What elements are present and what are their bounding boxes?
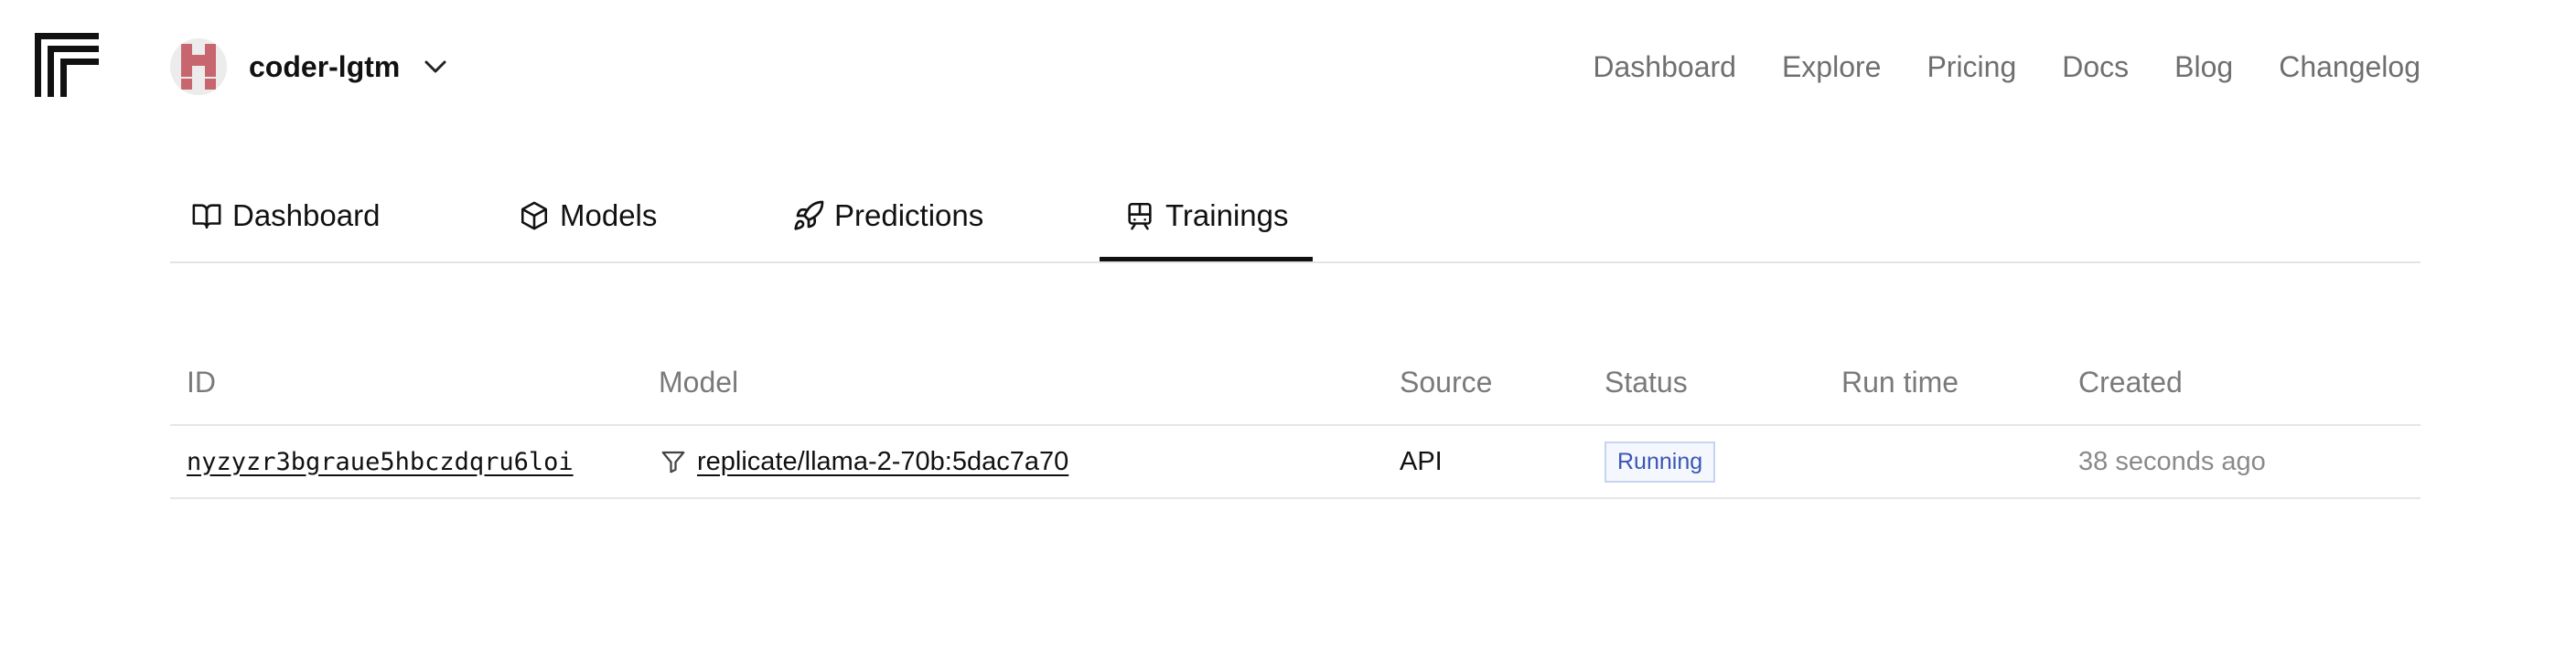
chevron-down-icon[interactable] [424, 59, 447, 74]
trainings-table: ID Model Source Status Run time Created … [170, 360, 2420, 499]
tab-predictions[interactable]: Predictions [792, 172, 983, 260]
replicate-logo-icon[interactable] [35, 33, 99, 97]
train-icon [1123, 199, 1156, 232]
filter-icon[interactable] [659, 447, 688, 476]
nav-docs[interactable]: Docs [2062, 50, 2129, 84]
account-switcher[interactable]: coder-lgtm [170, 37, 447, 97]
top-nav: Dashboard Explore Pricing Docs Blog Chan… [1593, 37, 2420, 97]
identicon-icon [170, 38, 227, 95]
column-header-created: Created [2078, 366, 2183, 399]
tab-label: Trainings [1165, 198, 1289, 232]
top-header: coder-lgtm Dashboard Explore Pricing Doc… [0, 0, 2576, 137]
tab-dashboard[interactable]: Dashboard [190, 172, 380, 260]
cell-model: replicate/llama-2-70b:5dac7a70 [659, 426, 1068, 497]
table-header: ID Model Source Status Run time Created [170, 360, 2420, 426]
model-link[interactable]: replicate/llama-2-70b:5dac7a70 [697, 447, 1068, 477]
page: coder-lgtm Dashboard Explore Pricing Doc… [0, 0, 2576, 649]
tab-models[interactable]: Models [518, 172, 657, 260]
table-row[interactable]: nyzyzr3bgraue5hbczdqru6loi replicate/lla… [170, 426, 2420, 499]
cell-id: nyzyzr3bgraue5hbczdqru6loi [187, 426, 574, 497]
tab-bar: Dashboard Models Predictions Trainings [170, 172, 2420, 263]
column-header-status: Status [1605, 366, 1688, 399]
tab-trainings[interactable]: Trainings [1100, 172, 1313, 261]
status-badge: Running [1605, 441, 1716, 483]
cell-source: API [1400, 446, 1443, 476]
tab-label: Models [560, 198, 658, 232]
nav-explore[interactable]: Explore [1782, 50, 1882, 84]
cube-icon [518, 199, 551, 232]
nav-changelog[interactable]: Changelog [2279, 50, 2420, 84]
book-open-icon [190, 199, 223, 232]
rocket-icon [792, 199, 825, 232]
account-name: coder-lgtm [249, 49, 401, 83]
nav-blog[interactable]: Blog [2174, 50, 2233, 84]
tab-label: Predictions [834, 198, 984, 232]
nav-dashboard[interactable]: Dashboard [1593, 50, 1736, 84]
tab-label: Dashboard [232, 198, 381, 232]
created-timestamp: 38 seconds ago [2078, 446, 2266, 476]
column-header-source: Source [1400, 366, 1493, 399]
training-id-link[interactable]: nyzyzr3bgraue5hbczdqru6loi [187, 448, 574, 476]
column-header-model: Model [659, 366, 739, 399]
avatar [170, 38, 227, 95]
nav-pricing[interactable]: Pricing [1927, 50, 2016, 84]
column-header-run-time: Run time [1841, 366, 1959, 399]
cell-created: 38 seconds ago [2078, 426, 2266, 497]
column-header-id: ID [187, 366, 216, 399]
cell-status: Running [1605, 426, 1716, 497]
